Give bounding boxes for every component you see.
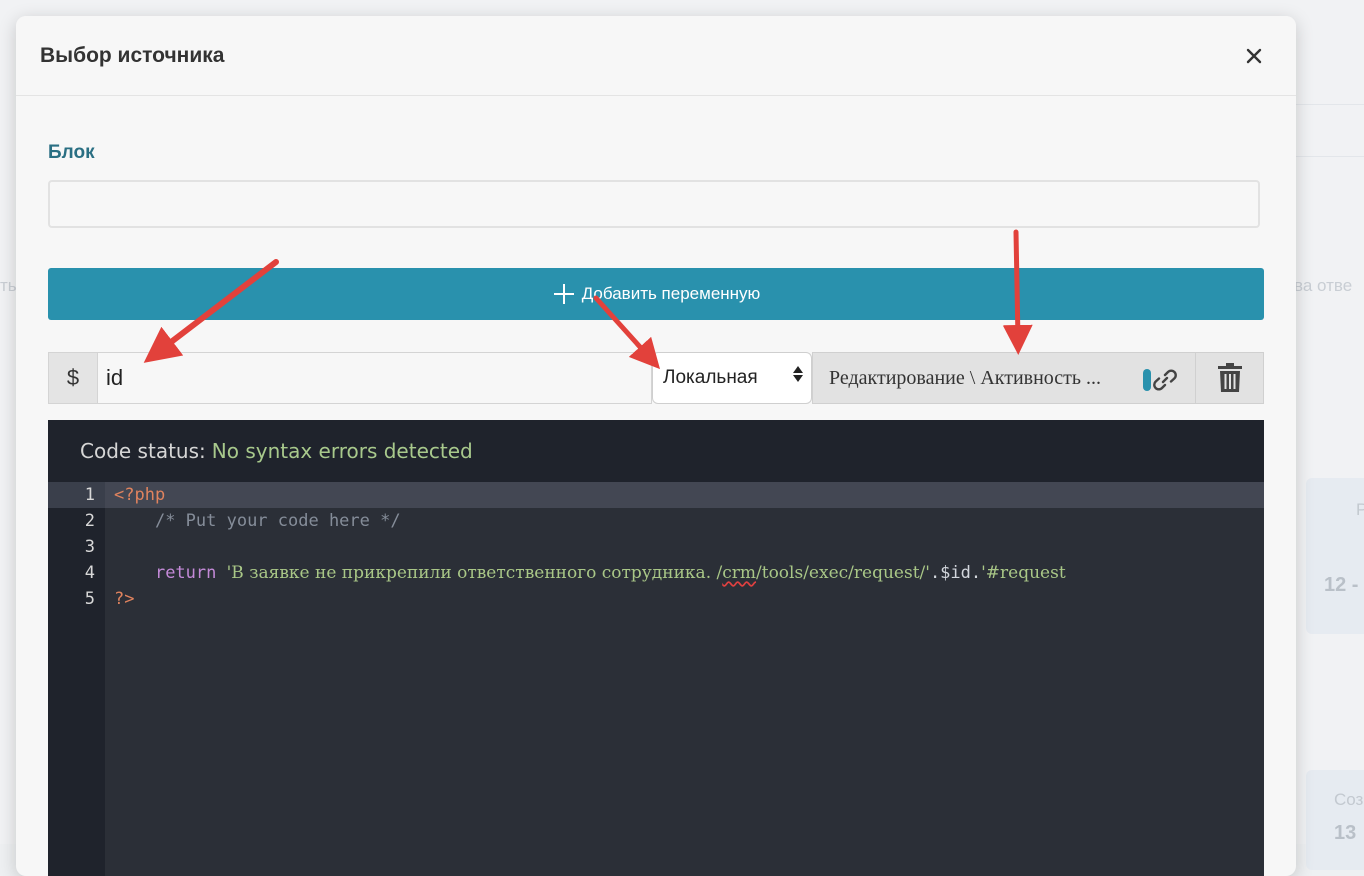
- select-arrows-icon: [793, 366, 803, 382]
- block-label: Блок: [48, 142, 95, 163]
- bg-text-left: ть: [0, 276, 17, 295]
- block-input[interactable]: [48, 180, 1260, 228]
- close-icon: [1246, 48, 1262, 64]
- php-close-tag: ?>: [114, 589, 135, 609]
- add-variable-button[interactable]: Добавить переменную: [48, 268, 1264, 320]
- close-button[interactable]: [1242, 44, 1266, 68]
- bg-card-value: 13: [1334, 822, 1357, 844]
- modal-header: Выбор источника: [16, 16, 1296, 96]
- code-comment: /* Put your code here */: [154, 511, 401, 531]
- bg-card-label: Соз: [1334, 790, 1364, 809]
- link-icon[interactable]: [1151, 366, 1179, 394]
- source-indicator: [1143, 369, 1151, 391]
- code-line[interactable]: 2 /* Put your code here */: [48, 508, 1264, 534]
- source-select-modal: Выбор источника Блок Добавить переменную…: [16, 16, 1296, 876]
- code-status-value: No syntax errors detected: [211, 439, 473, 463]
- add-variable-label: Добавить переменную: [581, 284, 761, 303]
- bg-card-value: 12 -: [1324, 574, 1359, 596]
- variable-source-text: Редактирование \ Активность ...: [829, 366, 1102, 389]
- code-status-bar: Code status: No syntax errors detected: [48, 420, 1264, 482]
- bg-card: Соз 13: [1306, 770, 1364, 870]
- code-line[interactable]: 3: [48, 534, 1264, 560]
- variable-name-input[interactable]: id: [98, 352, 652, 404]
- line-number: 4: [84, 563, 95, 583]
- code-string: /tools/exec/request/': [756, 563, 930, 583]
- bg-text-right: ва отве: [1294, 276, 1353, 295]
- variable-prefix: $: [48, 352, 98, 404]
- code-status-label: Code status:: [80, 439, 206, 463]
- code-keyword: return: [154, 563, 217, 583]
- php-open-tag: <?php: [114, 485, 166, 505]
- line-number: 1: [48, 482, 105, 508]
- delete-variable-button[interactable]: [1196, 352, 1264, 404]
- variable-source-field[interactable]: Редактирование \ Активность ...: [812, 352, 1196, 404]
- variable-row: $ id Локальная Редактирование \ Активнос…: [48, 352, 1264, 404]
- code-line[interactable]: 5 ?>: [48, 586, 1264, 612]
- code-line[interactable]: 4 return 'В заявке не прикрепили ответст…: [48, 560, 1264, 586]
- code-concat: .$id.: [929, 563, 982, 583]
- bg-divider: [1296, 156, 1364, 157]
- bg-card-label: Р: [1356, 500, 1364, 519]
- spellcheck-word: crm: [722, 563, 757, 583]
- code-line[interactable]: 1 <?php: [48, 482, 1264, 508]
- variable-scope-select[interactable]: Локальная: [652, 352, 812, 404]
- trash-icon: [1217, 363, 1242, 392]
- bg-card: Р 12 -: [1306, 478, 1364, 634]
- code-editor[interactable]: Code status: No syntax errors detected 1…: [48, 420, 1264, 876]
- line-number: 3: [84, 537, 95, 557]
- code-string: 'В заявке не прикрепили ответственного с…: [226, 563, 723, 583]
- variable-scope-value: Локальная: [663, 367, 758, 388]
- code-string: '#request: [981, 563, 1066, 583]
- line-number: 5: [84, 589, 95, 609]
- plus-icon: [553, 284, 574, 304]
- line-number: 2: [84, 511, 95, 531]
- bg-divider: [1296, 104, 1364, 105]
- code-area[interactable]: 1 <?php 2 /* Put your code here */ 3 4 r…: [48, 482, 1264, 876]
- modal-title: Выбор источника: [40, 44, 225, 67]
